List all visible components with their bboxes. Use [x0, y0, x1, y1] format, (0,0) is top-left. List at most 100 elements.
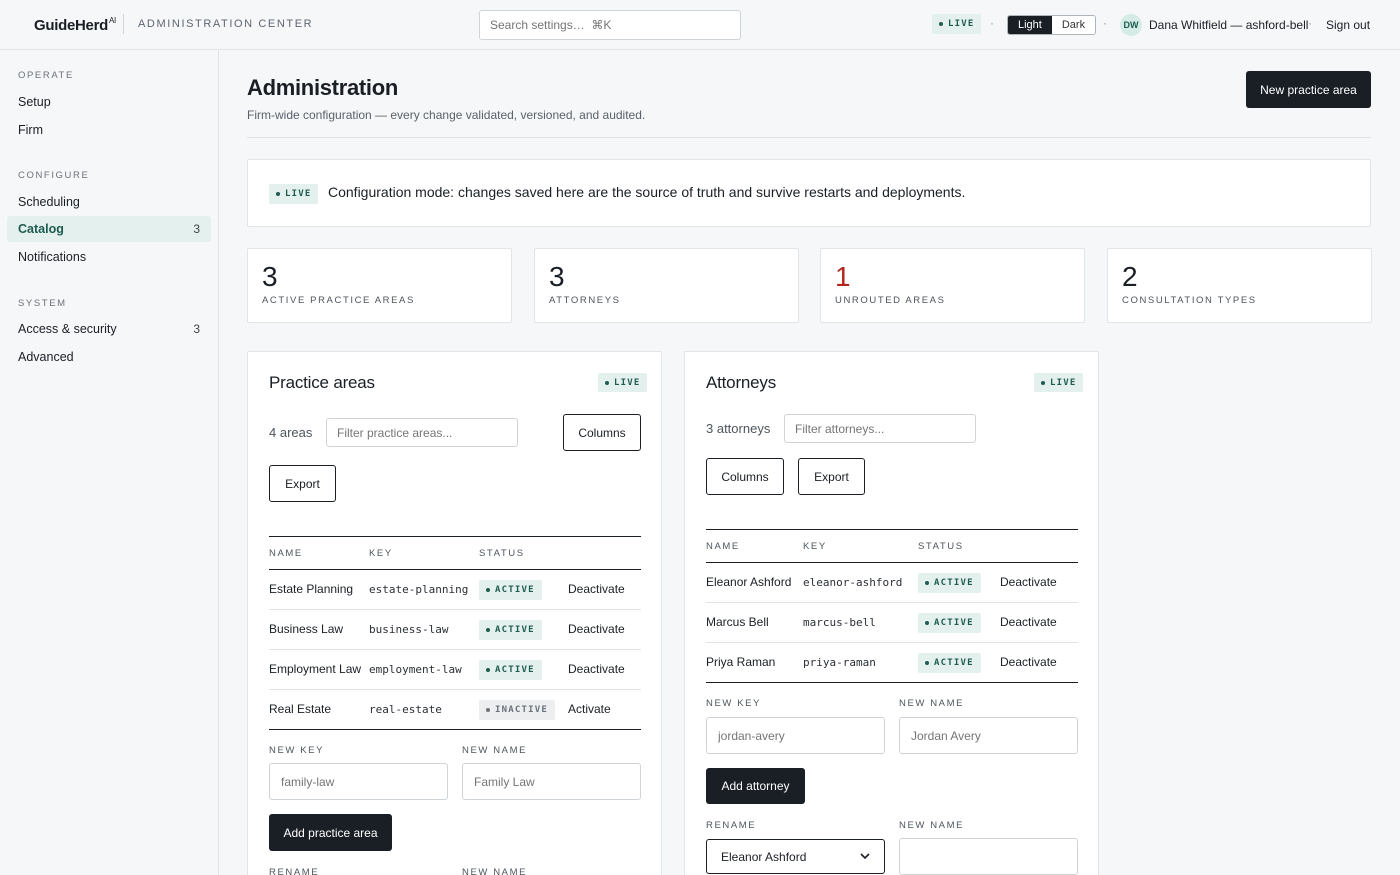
- table-row: Business Law business-law ACTIVE Deactiv…: [269, 610, 641, 650]
- sidebar-item-access-security[interactable]: Access & security 3: [7, 316, 211, 342]
- sidebar-item-label: Access & security: [18, 322, 117, 336]
- columns-button[interactable]: Columns: [706, 458, 784, 495]
- status-badge: ACTIVE: [918, 653, 981, 673]
- row-key: marcus-bell: [803, 616, 876, 629]
- status-label: INACTIVE: [495, 705, 548, 715]
- brand-superscript: AI: [108, 16, 116, 25]
- row-key: priya-raman: [803, 656, 876, 669]
- sidebar-item-count: 3: [193, 222, 200, 236]
- separator: ·: [990, 16, 994, 30]
- sidebar-item-label: Catalog: [18, 222, 64, 236]
- rename-new-name-input[interactable]: [899, 838, 1078, 875]
- deactivate-button[interactable]: Deactivate: [1000, 615, 1057, 629]
- attorneys-panel: Attorneys LIVE 3 attorneys Columns Expor…: [684, 351, 1099, 875]
- row-key: real-estate: [369, 703, 442, 716]
- sidebar-item-scheduling[interactable]: Scheduling: [7, 189, 211, 215]
- status-dot-icon: [925, 621, 929, 625]
- columns-button[interactable]: Columns: [563, 414, 641, 451]
- deactivate-button[interactable]: Deactivate: [568, 582, 625, 596]
- status-dot-icon: [486, 708, 490, 712]
- banner-text: Configuration mode: changes saved here a…: [328, 184, 966, 200]
- brand-divider: [123, 14, 124, 34]
- practice-areas-count: 4 areas: [269, 425, 313, 440]
- export-button[interactable]: Export: [798, 458, 865, 495]
- status-badge: ACTIVE: [918, 613, 981, 633]
- table-row: Eleanor Ashford eleanor-ashford ACTIVE D…: [706, 563, 1078, 603]
- attorneys-count: 3 attorneys: [706, 421, 771, 436]
- table-row: Estate Planning estate-planning ACTIVE D…: [269, 570, 641, 610]
- deactivate-button[interactable]: Deactivate: [568, 622, 625, 636]
- table-row: Priya Raman priya-raman ACTIVE Deactivat…: [706, 643, 1078, 683]
- column-header-key[interactable]: KEY: [369, 548, 393, 559]
- activate-button[interactable]: Activate: [568, 702, 611, 716]
- config-mode-banner: LIVE Configuration mode: changes saved h…: [247, 159, 1371, 227]
- sidebar-item-catalog[interactable]: Catalog 3: [7, 216, 211, 242]
- sidebar: OPERATE Setup Firm CONFIGURE Scheduling …: [0, 50, 219, 875]
- column-header-name[interactable]: NAME: [706, 541, 740, 552]
- status-dot-icon: [486, 668, 490, 672]
- rename-attorney-select[interactable]: Eleanor Ashford: [706, 839, 885, 874]
- rename-new-name-label: NEW NAME: [899, 820, 965, 831]
- column-header-key[interactable]: KEY: [803, 541, 827, 552]
- column-header-status[interactable]: STATUS: [918, 541, 964, 552]
- new-key-label: NEW KEY: [706, 698, 762, 709]
- table-row: Marcus Bell marcus-bell ACTIVE Deactivat…: [706, 603, 1078, 643]
- column-header-name[interactable]: NAME: [269, 548, 303, 559]
- brand-logo[interactable]: GuideHerdAI: [34, 16, 116, 34]
- sidebar-item-setup[interactable]: Setup: [7, 89, 211, 115]
- practice-areas-table: NAME KEY STATUS Estate Planning estate-p…: [269, 536, 641, 730]
- row-name: Priya Raman: [706, 655, 776, 669]
- row-name: Business Law: [269, 622, 344, 636]
- live-dot-icon: [276, 192, 280, 196]
- row-key: employment-law: [369, 663, 462, 676]
- new-attorney-key-input[interactable]: [706, 717, 885, 754]
- deactivate-button[interactable]: Deactivate: [1000, 655, 1057, 669]
- status-dot-icon: [486, 588, 490, 592]
- top-bar: GuideHerdAI ADMINISTRATION CENTER LIVE ·…: [0, 0, 1400, 50]
- deactivate-button[interactable]: Deactivate: [568, 662, 625, 676]
- new-practice-area-name-input[interactable]: [462, 763, 641, 800]
- live-status-badge: LIVE: [1034, 373, 1084, 392]
- filter-practice-areas-input[interactable]: [326, 418, 518, 447]
- live-status-badge: LIVE: [932, 14, 982, 34]
- stat-label: CONSULTATION TYPES: [1122, 295, 1257, 306]
- sidebar-section-operate: OPERATE: [18, 70, 74, 81]
- stat-card-unrouted-areas: 1 UNROUTED AREAS: [820, 248, 1085, 323]
- new-attorney-name-input[interactable]: [899, 717, 1078, 754]
- sidebar-item-firm[interactable]: Firm: [7, 117, 211, 143]
- rename-label: RENAME: [706, 820, 757, 831]
- filter-attorneys-input[interactable]: [784, 414, 976, 443]
- add-attorney-button[interactable]: Add attorney: [706, 768, 805, 804]
- sidebar-item-advanced[interactable]: Advanced: [7, 344, 211, 370]
- export-button[interactable]: Export: [269, 465, 336, 502]
- status-label: ACTIVE: [495, 625, 535, 635]
- theme-light-button[interactable]: Light: [1008, 16, 1052, 34]
- row-name: Eleanor Ashford: [706, 575, 792, 589]
- page-title: Administration: [247, 75, 399, 100]
- sidebar-item-count: 3: [193, 322, 200, 336]
- add-practice-area-button[interactable]: Add practice area: [269, 814, 392, 851]
- sign-out-link[interactable]: Sign out: [1326, 18, 1370, 32]
- row-key: business-law: [369, 623, 449, 636]
- new-name-label: NEW NAME: [462, 745, 528, 756]
- theme-dark-button[interactable]: Dark: [1051, 16, 1096, 34]
- status-badge: ACTIVE: [479, 620, 542, 640]
- rename-new-name-label: NEW NAME: [462, 867, 528, 875]
- deactivate-button[interactable]: Deactivate: [1000, 575, 1057, 589]
- stat-value: 3: [262, 261, 278, 292]
- status-label: ACTIVE: [495, 665, 535, 675]
- separator: ·: [1308, 16, 1312, 30]
- search-input[interactable]: [479, 10, 741, 40]
- new-practice-area-key-input[interactable]: [269, 763, 448, 800]
- sidebar-item-notifications[interactable]: Notifications: [7, 244, 211, 270]
- status-dot-icon: [925, 581, 929, 585]
- status-label: ACTIVE: [934, 658, 974, 668]
- table-header: NAME KEY STATUS: [706, 530, 1078, 563]
- chevron-down-icon: [860, 853, 870, 860]
- rename-label: RENAME: [269, 867, 320, 875]
- table-row: Real Estate real-estate INACTIVE Activat…: [269, 690, 641, 730]
- column-header-status[interactable]: STATUS: [479, 548, 525, 559]
- avatar[interactable]: DW: [1120, 14, 1142, 36]
- new-practice-area-button[interactable]: New practice area: [1246, 71, 1371, 108]
- stat-card-consultation-types: 2 CONSULTATION TYPES: [1107, 248, 1372, 323]
